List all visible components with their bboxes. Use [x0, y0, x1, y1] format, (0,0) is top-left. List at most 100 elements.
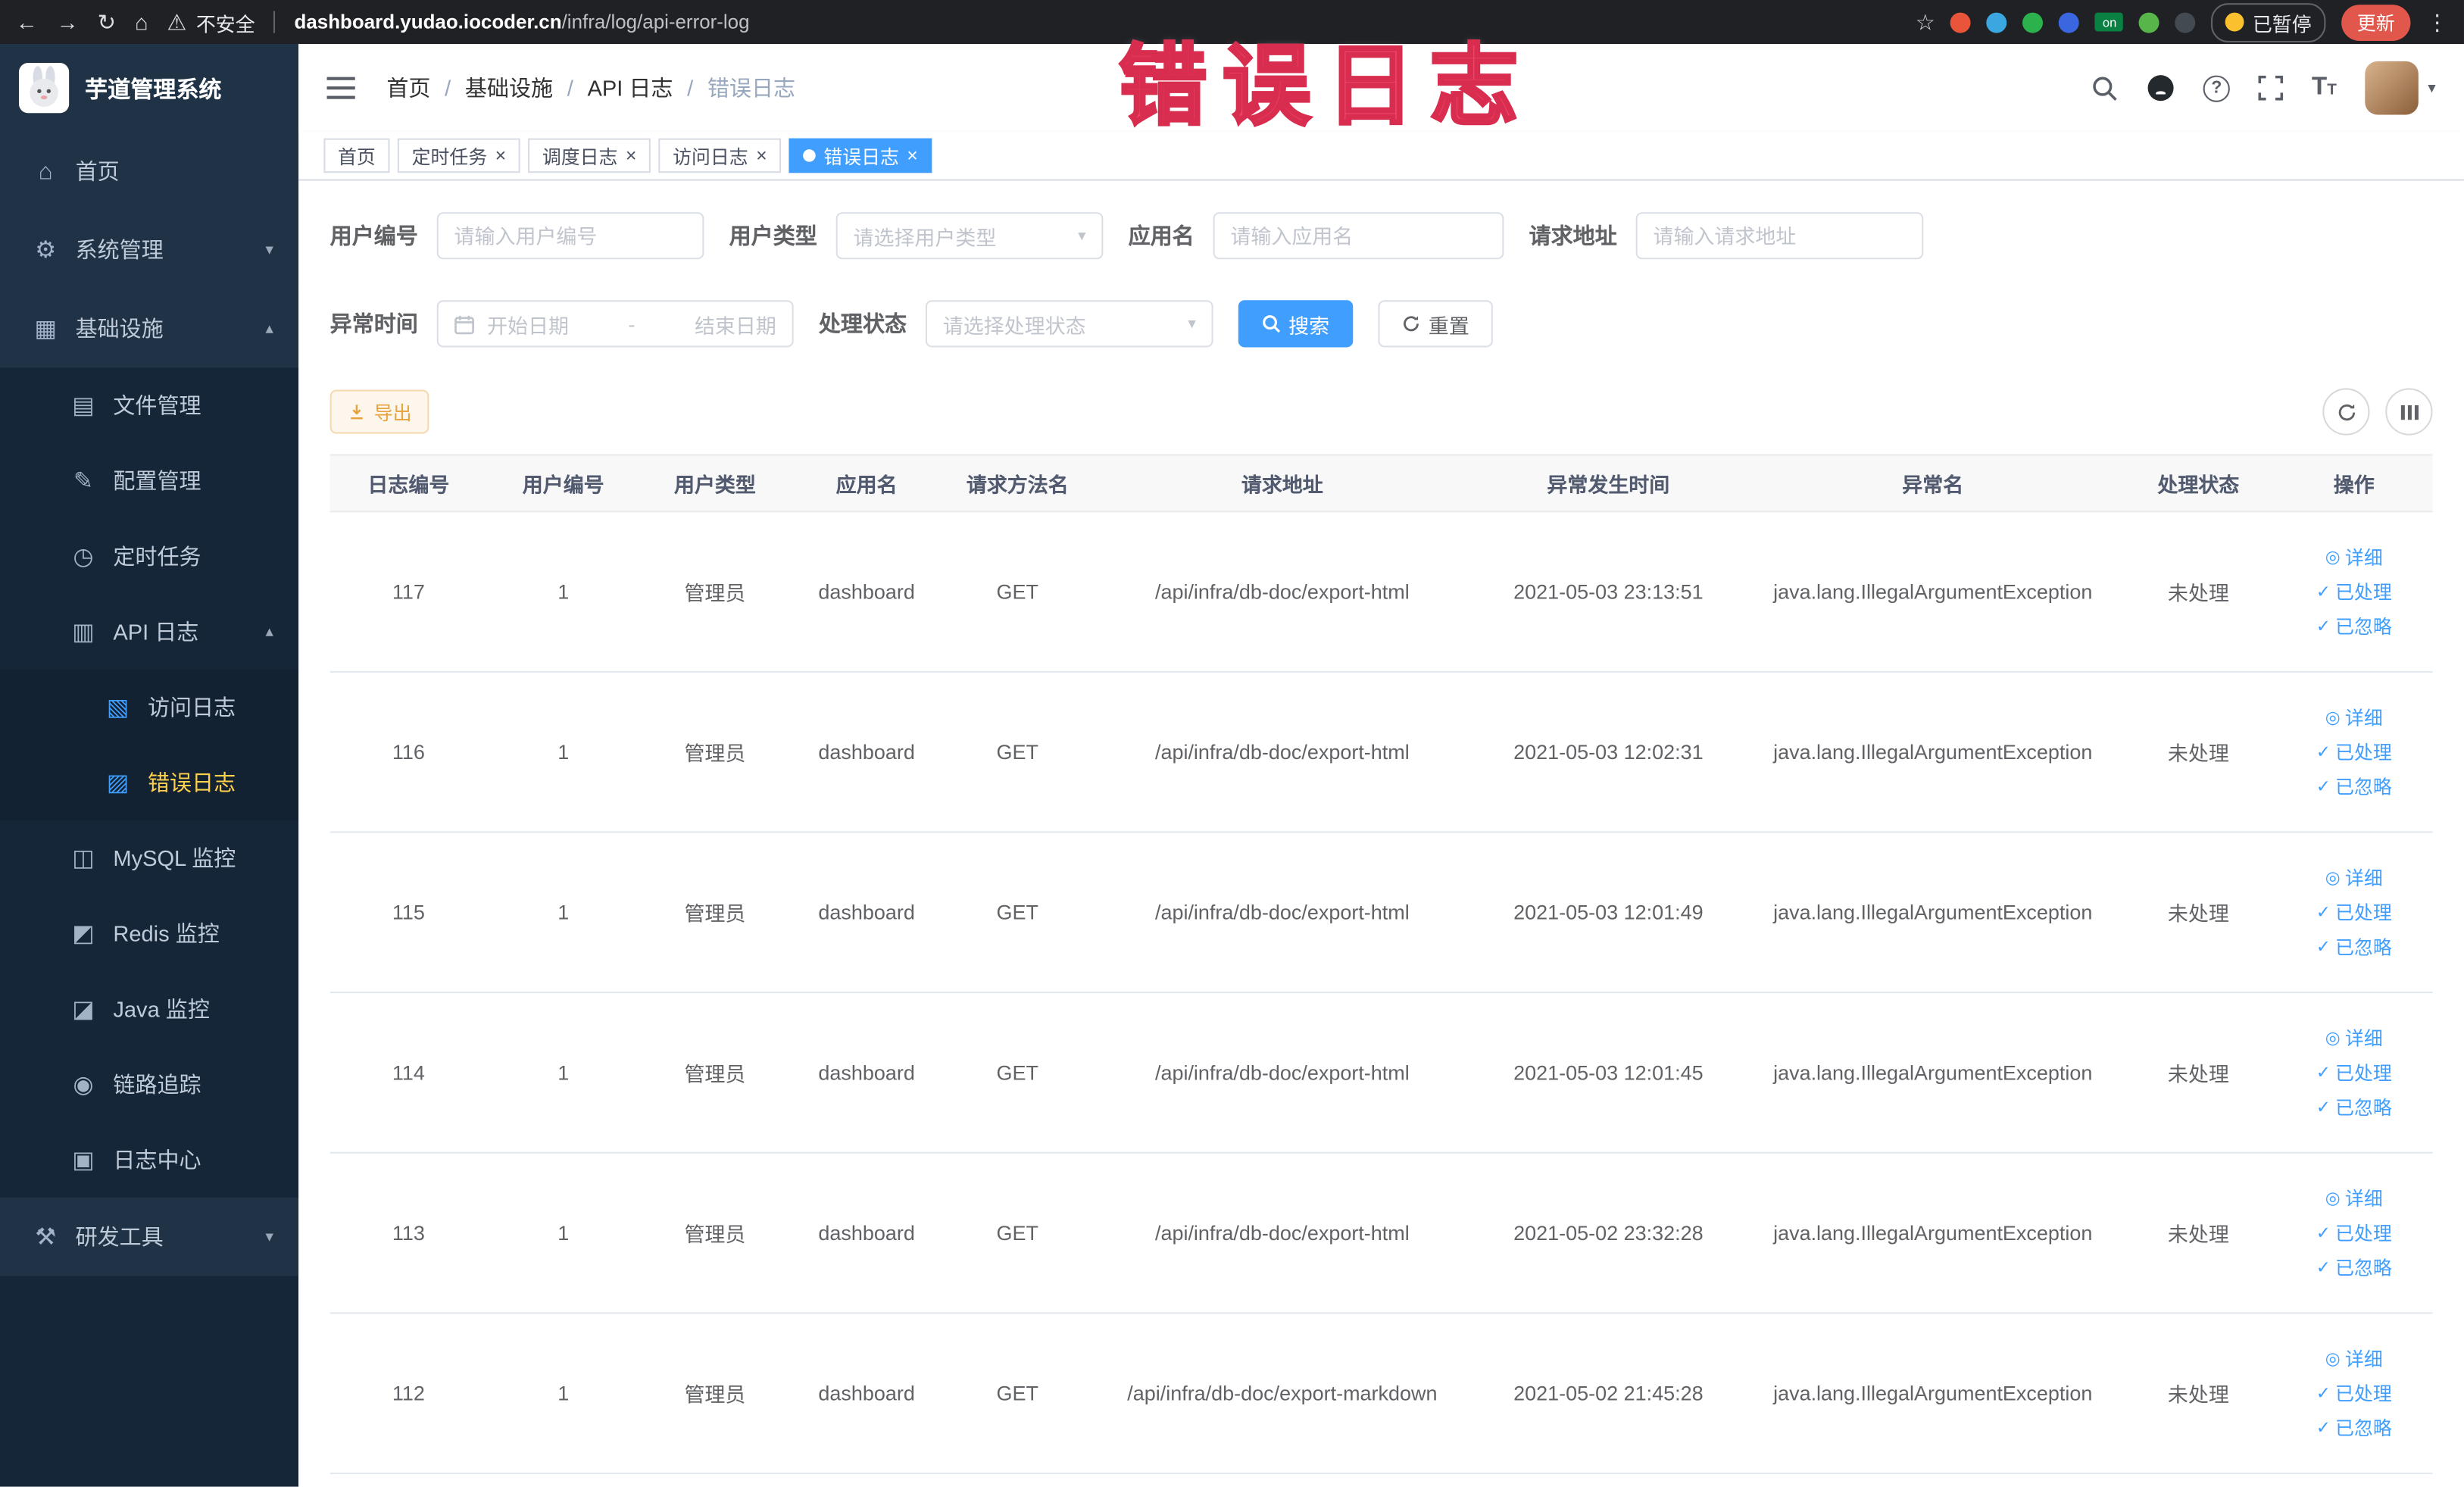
fullscreen-icon[interactable] [2258, 75, 2284, 101]
detail-link[interactable]: ◎ 详细 [2325, 1345, 2383, 1372]
processed-link[interactable]: ✓ 已处理 [2316, 1379, 2392, 1406]
export-button[interactable]: 导出 [329, 389, 429, 434]
exception-time-range-picker[interactable]: 开始日期 - 结束日期 [436, 300, 794, 348]
sidebar-item-trace[interactable]: ◉ 链路追踪 [0, 1046, 299, 1123]
extension-icon-5[interactable] [2139, 11, 2160, 33]
url-domain: dashboard.yudao.iocoder.cn [294, 11, 562, 33]
breadcrumb-infrastructure[interactable]: 基础设施 [465, 72, 553, 103]
ignored-link[interactable]: ✓ 已忽略 [2316, 613, 2392, 639]
breadcrumb-api-logs[interactable]: API 日志 [587, 72, 673, 103]
sidebar-item-java-monitor[interactable]: ◪ Java 监控 [0, 971, 299, 1047]
address-bar[interactable]: dashboard.yudao.iocoder.cn /infra/log/ap… [295, 11, 1897, 33]
sidebar-item-scheduled-tasks[interactable]: ◷ 定时任务 [0, 518, 299, 595]
sidebar-item-infrastructure[interactable]: ▦ 基础设施 ▴ [0, 289, 299, 368]
processed-link[interactable]: ✓ 已处理 [2316, 1059, 2392, 1086]
detail-link[interactable]: ◎ 详细 [2325, 544, 2383, 570]
cell-actions: ◎ 详细 ✓ 已处理 ✓ 已忽略 [2275, 832, 2433, 994]
processed-link[interactable]: ✓ 已处理 [2316, 739, 2392, 765]
cell-exception-time: 2021-05-03 12:01:45 [1472, 992, 1744, 1154]
user-type-select[interactable]: 请选择用户类型 ▾ [835, 212, 1104, 260]
forward-icon[interactable]: → [57, 11, 79, 33]
sidebar-item-api-logs[interactable]: ▥ API 日志 ▴ [0, 594, 299, 670]
kebab-menu-icon[interactable]: ⋮ [2426, 11, 2448, 33]
sidebar-item-mysql-monitor[interactable]: ◫ MySQL 监控 [0, 820, 299, 896]
extension-icon-6[interactable] [2175, 11, 2197, 33]
sidebar-item-log-center[interactable]: ▣ 日志中心 [0, 1122, 299, 1198]
sidebar-item-access-logs[interactable]: ▧ 访问日志 [0, 669, 299, 745]
ignored-link[interactable]: ✓ 已忽略 [2316, 1094, 2392, 1120]
sidebar-item-system-management[interactable]: ⚙ 系统管理 ▾ [0, 210, 299, 289]
browser-home-icon[interactable]: ⌂ [135, 11, 148, 33]
extension-icon-1[interactable] [1950, 11, 1972, 33]
user-menu[interactable]: ▾ [2365, 61, 2436, 115]
reset-button[interactable]: 重置 [1378, 300, 1493, 348]
table-row: 112 1 管理员 dashboard GET /api/infra/db-do… [329, 1313, 2433, 1474]
breadcrumb-home[interactable]: 首页 [386, 72, 430, 103]
extension-on-badge[interactable]: on [2095, 12, 2124, 32]
detail-link[interactable]: ◎ 详细 [2325, 864, 2383, 891]
sidebar-item-error-logs[interactable]: ▨ 错误日志 [0, 745, 299, 820]
view-icon: ◎ [2325, 869, 2341, 889]
sidebar-item-dev-tools[interactable]: ⚒ 研发工具 ▾ [0, 1197, 299, 1276]
ignored-link[interactable]: ✓ 已忽略 [2316, 773, 2392, 800]
user-id-input[interactable] [436, 212, 704, 260]
extension-icon-2[interactable] [1987, 11, 2008, 33]
components-icon: ▦ [34, 315, 57, 343]
help-icon[interactable]: ? [2203, 74, 2231, 102]
update-button[interactable]: 更新 [2341, 4, 2411, 40]
processed-link[interactable]: ✓ 已处理 [2316, 899, 2392, 926]
bookmark-star-icon[interactable]: ☆ [1916, 11, 1935, 33]
view-icon: ◎ [2325, 708, 2341, 728]
sidebar-item-file-management[interactable]: ▤ 文件管理 [0, 367, 299, 444]
close-icon[interactable]: × [756, 146, 767, 165]
app-name-input[interactable] [1213, 212, 1504, 260]
security-indicator[interactable]: ⚠ 不安全 [167, 7, 255, 36]
tab-schedule-logs[interactable]: 调度日志 × [528, 138, 651, 173]
extension-icon-3[interactable] [2022, 11, 2044, 33]
sidebar-toggle-icon[interactable] [326, 76, 355, 101]
text-size-icon[interactable]: TT [2312, 75, 2337, 101]
close-icon[interactable]: × [907, 146, 918, 165]
sidebar: 芋道管理系统 ⌂ 首页 ⚙ 系统管理 ▾ ▦ 基础设施 ▴ ▤ 文件管理 ✎ 配… [0, 44, 299, 1487]
ignored-link[interactable]: ✓ 已忽略 [2316, 1254, 2392, 1281]
tab-home[interactable]: 首页 [323, 138, 390, 173]
ignored-link[interactable]: ✓ 已忽略 [2316, 933, 2392, 960]
logo[interactable]: 芋道管理系统 [0, 44, 299, 133]
close-icon[interactable]: × [626, 146, 637, 165]
sidebar-item-home[interactable]: ⌂ 首页 [0, 132, 299, 211]
filter-row-1: 用户编号 用户类型 请选择用户类型 ▾ 应用名 [330, 212, 2433, 300]
sidebar-item-config-management[interactable]: ✎ 配置管理 [0, 443, 299, 519]
processed-link[interactable]: ✓ 已处理 [2316, 1220, 2392, 1246]
check-icon: ✓ [2316, 1064, 2331, 1083]
ignored-link[interactable]: ✓ 已忽略 [2316, 1414, 2392, 1441]
divider [273, 11, 276, 33]
screen: ← → ↻ ⌂ ⚠ 不安全 dashboard.yudao.iocoder.cn… [0, 0, 2464, 1487]
request-url-input[interactable] [1635, 212, 1924, 260]
close-icon[interactable]: × [495, 146, 507, 165]
col-actions: 操作 [2275, 454, 2433, 513]
column-settings-icon-button[interactable] [2385, 388, 2433, 436]
detail-link[interactable]: ◎ 详细 [2325, 1185, 2383, 1211]
tab-error-logs[interactable]: 错误日志 × [789, 138, 932, 173]
tab-access-logs[interactable]: 访问日志 × [658, 138, 782, 173]
reload-icon[interactable]: ↻ [98, 11, 116, 33]
processed-link[interactable]: ✓ 已处理 [2316, 578, 2392, 604]
detail-link[interactable]: ◎ 详细 [2325, 704, 2383, 730]
detail-link[interactable]: ◎ 详细 [2325, 1025, 2383, 1051]
app-title: 芋道管理系统 [85, 77, 222, 103]
sidebar-item-redis-monitor[interactable]: ◩ Redis 监控 [0, 895, 299, 972]
cell-status: 未处理 [2121, 1152, 2276, 1314]
url-path: /infra/log/api-error-log [561, 11, 750, 33]
paused-badge[interactable]: 已暂停 [2211, 2, 2326, 42]
refresh-icon-button[interactable] [2322, 388, 2370, 436]
extension-icon-4[interactable] [2059, 11, 2080, 33]
search-button[interactable]: 搜索 [1238, 300, 1354, 348]
calendar-icon [454, 314, 475, 334]
github-icon[interactable] [2147, 74, 2175, 102]
process-status-select[interactable]: 请选择处理状态 ▾ [925, 300, 1213, 348]
browser-actions: ☆ on 已暂停 更新 ⋮ [1916, 2, 2448, 42]
tab-scheduled-tasks[interactable]: 定时任务 × [397, 138, 520, 173]
back-icon[interactable]: ← [16, 11, 38, 33]
check-icon: ✓ [2316, 1098, 2331, 1118]
search-icon[interactable] [2091, 75, 2118, 102]
